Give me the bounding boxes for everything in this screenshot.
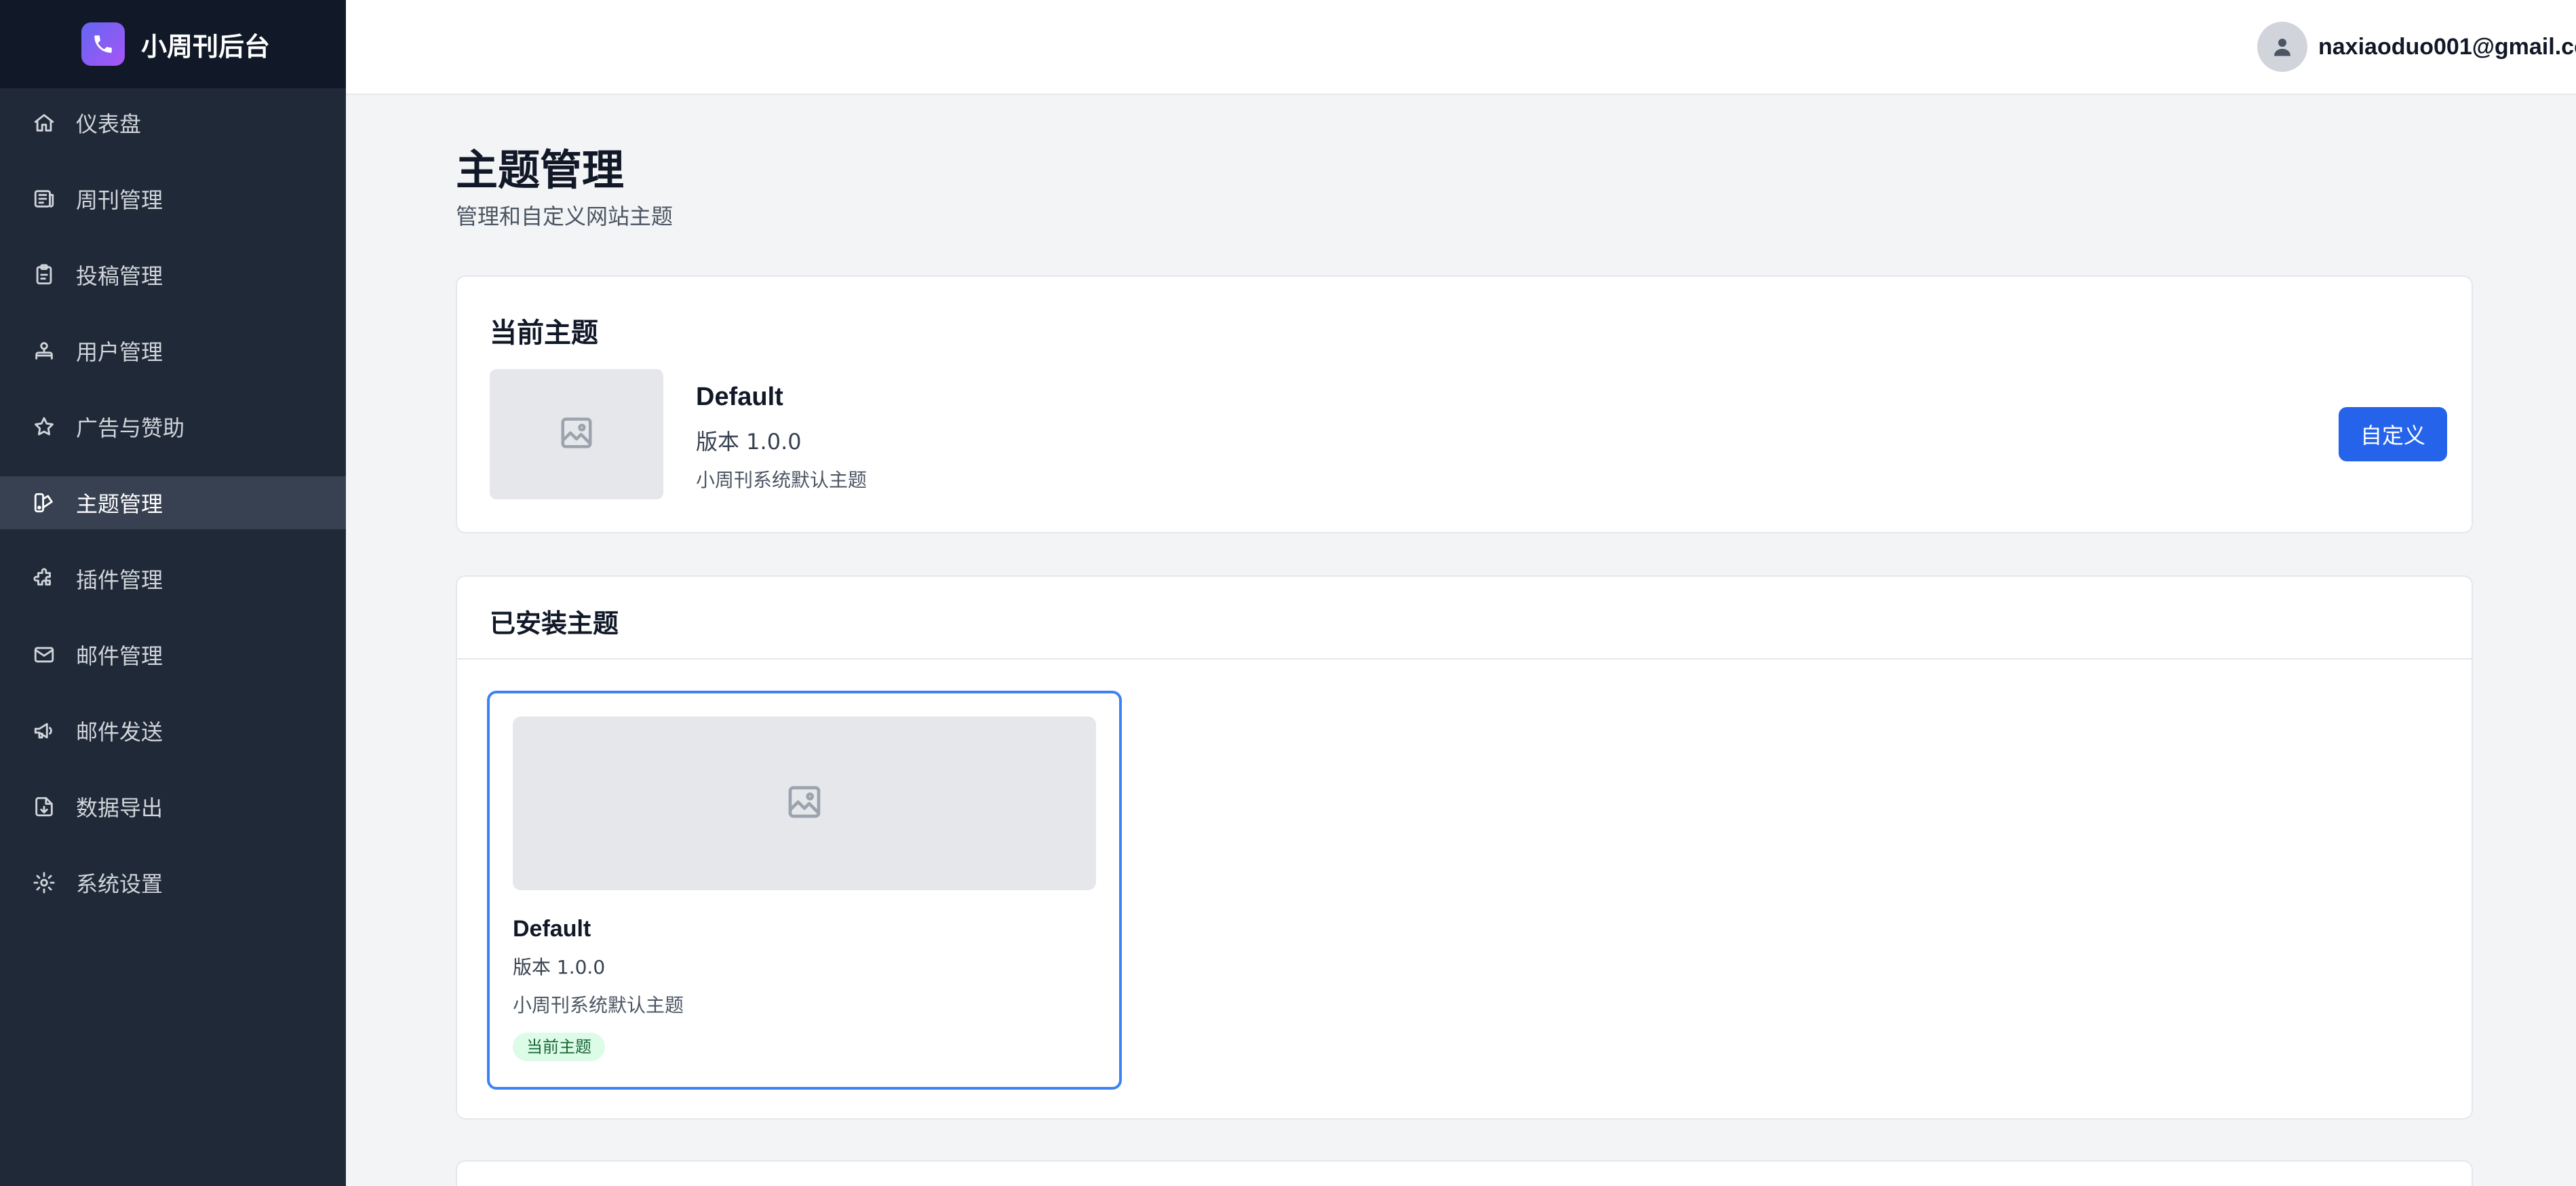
sidebar-item-weekly[interactable]: 周刊管理 [0, 172, 346, 225]
sidebar-item-label: 投稿管理 [76, 263, 163, 289]
mail-icon [33, 643, 56, 666]
sidebar-item-settings[interactable]: 系统设置 [0, 856, 346, 909]
sidebar-item-ads[interactable]: 广告与赞助 [0, 400, 346, 453]
sidebar-item-dashboard[interactable]: 仪表盘 [0, 96, 346, 149]
avatar [2257, 22, 2307, 72]
page-subtitle: 管理和自定义网站主题 [456, 204, 674, 229]
sidebar-item-plugins[interactable]: 插件管理 [0, 552, 346, 605]
main-content: 主题管理 管理和自定义网站主题 当前主题 Default 版本 1.0.0 小周… [346, 95, 2576, 1186]
current-theme-version: 版本 1.0.0 [696, 429, 802, 455]
file-download-icon [33, 795, 56, 818]
sidebar-item-themes[interactable]: 主题管理 [0, 476, 346, 529]
brand[interactable]: 小周刊后台 [0, 0, 346, 88]
sidebar-item-label: 周刊管理 [76, 187, 163, 213]
current-theme-name: Default [696, 383, 783, 411]
user-menu[interactable]: naxiaoduo001@gmail.com [2257, 22, 2576, 72]
image-placeholder-icon [558, 415, 595, 455]
sidebar-item-users[interactable]: 用户管理 [0, 324, 346, 377]
sidebar-nav: 仪表盘 周刊管理 投稿管理 用户管理 广告与赞助 主题管理 插件管理 邮件管理 … [0, 96, 346, 909]
theme-thumbnail [513, 716, 1096, 890]
sidebar-item-mail[interactable]: 邮件管理 [0, 628, 346, 681]
palette-icon [33, 491, 56, 514]
sidebar-item-export[interactable]: 数据导出 [0, 780, 346, 833]
sidebar-item-submissions[interactable]: 投稿管理 [0, 248, 346, 301]
clipboard-icon [33, 263, 56, 286]
theme-description: 小周刊系统默认主题 [513, 994, 684, 1016]
sidebar-item-label: 主题管理 [76, 491, 163, 517]
current-theme-badge: 当前主题 [513, 1033, 605, 1061]
installed-themes-card: 已安装主题 Default 版本 1.0.0 小周刊系统默认主题 当前主题 [456, 575, 2473, 1120]
current-theme-heading: 当前主题 [490, 318, 598, 349]
user-network-icon [33, 339, 56, 362]
puzzle-icon [33, 567, 56, 590]
theme-thumbnail [490, 369, 663, 499]
sidebar-item-label: 仪表盘 [76, 111, 142, 137]
sidebar-item-label: 数据导出 [76, 795, 163, 821]
sidebar-item-label: 邮件管理 [76, 643, 163, 669]
sidebar-item-label: 邮件发送 [76, 719, 163, 745]
sidebar-item-label: 用户管理 [76, 339, 163, 365]
brand-title: 小周刊后台 [141, 31, 271, 62]
home-icon [33, 111, 56, 134]
sidebar-item-mail-send[interactable]: 邮件发送 [0, 704, 346, 757]
theme-version: 版本 1.0.0 [513, 956, 606, 978]
image-placeholder-icon [785, 783, 823, 824]
megaphone-icon [33, 719, 56, 742]
newspaper-icon [33, 187, 56, 210]
top-header: naxiaoduo001@gmail.com [346, 0, 2576, 95]
current-theme-description: 小周刊系统默认主题 [696, 469, 867, 491]
sidebar-item-label: 系统设置 [76, 871, 163, 897]
current-theme-card: 当前主题 Default 版本 1.0.0 小周刊系统默认主题 自定义 [456, 275, 2473, 533]
sidebar-item-label: 插件管理 [76, 567, 163, 593]
theme-card-default[interactable]: Default 版本 1.0.0 小周刊系统默认主题 当前主题 [487, 691, 1122, 1090]
phone-icon [81, 22, 125, 66]
sidebar-item-label: 广告与赞助 [76, 415, 185, 441]
user-email: naxiaoduo001@gmail.com [2318, 33, 2576, 60]
gear-icon [33, 871, 56, 894]
installed-themes-heading: 已安装主题 [490, 609, 619, 638]
page-title: 主题管理 [456, 145, 625, 195]
next-card [456, 1160, 2473, 1186]
divider [457, 658, 2472, 659]
theme-name: Default [513, 916, 591, 942]
star-icon [33, 415, 56, 438]
sidebar: 小周刊后台 仪表盘 周刊管理 投稿管理 用户管理 广告与赞助 主题管理 插件管理… [0, 0, 346, 1186]
app: 小周刊后台 仪表盘 周刊管理 投稿管理 用户管理 广告与赞助 主题管理 插件管理… [0, 0, 2576, 1186]
customize-button[interactable]: 自定义 [2339, 407, 2447, 461]
